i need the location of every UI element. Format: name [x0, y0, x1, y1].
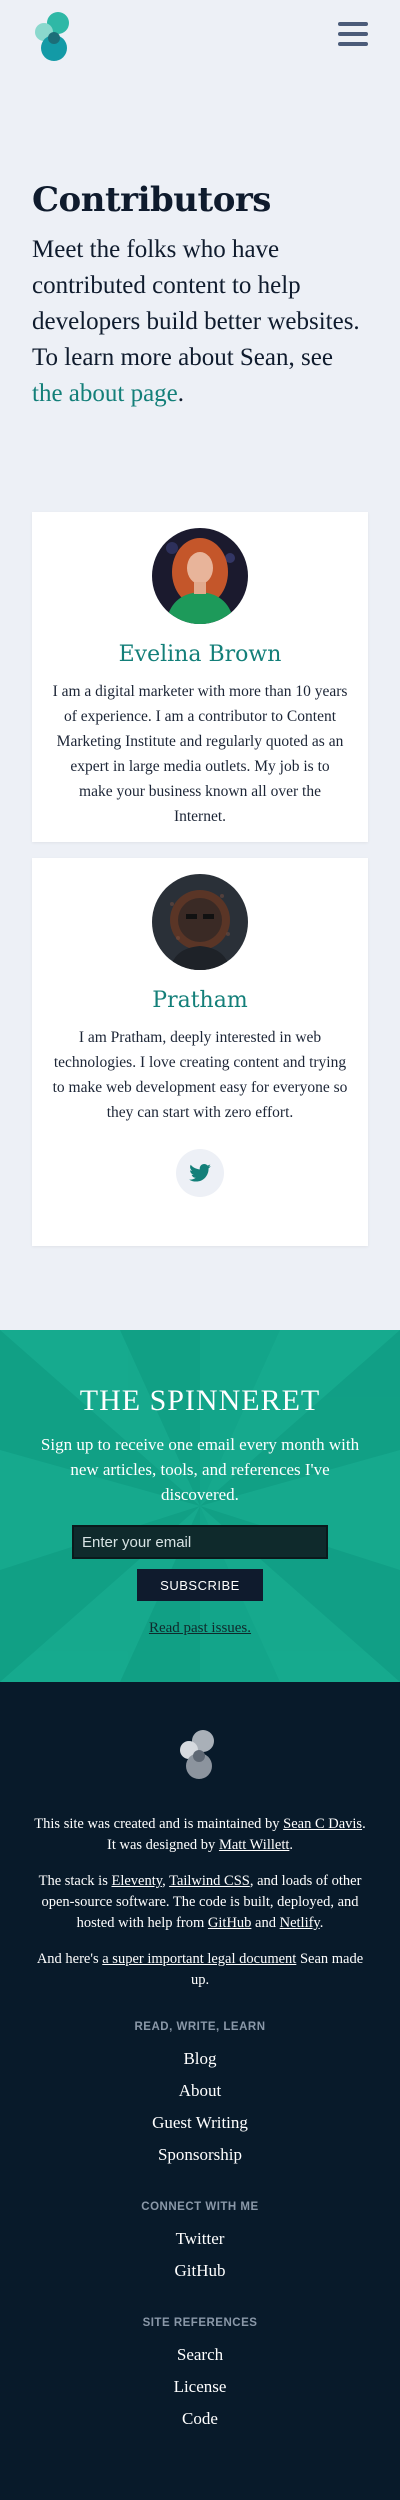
- past-issues-link[interactable]: Read past issues.: [149, 1620, 251, 1636]
- eleventy-link[interactable]: Eleventy: [111, 1873, 162, 1889]
- matt-willett-link[interactable]: Matt Willett: [219, 1837, 289, 1853]
- footer-link-sponsorship[interactable]: Sponsorship: [0, 2139, 400, 2171]
- newsletter-subtitle: Sign up to receive one email every month…: [40, 1435, 360, 1504]
- footer-link-about[interactable]: About: [0, 2075, 400, 2107]
- contributor-name: Pratham: [152, 988, 248, 1013]
- avatar-evelina-brown: [152, 528, 248, 624]
- site-logo-icon[interactable]: [30, 10, 80, 62]
- footer-heading-references: SITE REFERENCES: [142, 2317, 258, 2329]
- footer-link-twitter[interactable]: Twitter: [0, 2223, 400, 2255]
- footer-link-search[interactable]: Search: [0, 2339, 400, 2371]
- legal-document-link[interactable]: a super important legal document: [102, 1951, 296, 1967]
- site-footer: This site was created and is maintained …: [0, 1682, 400, 2500]
- footer-legal: And here's a super important legal docum…: [36, 1951, 364, 1988]
- netlify-link[interactable]: Netlify: [280, 1915, 320, 1931]
- contributor-card: Evelina Brown I am a digital marketer wi…: [32, 512, 368, 842]
- intro-section: Contributors Meet the folks who have con…: [0, 180, 400, 412]
- newsletter-section: THE SPINNERET Sign up to receive one ema…: [0, 1330, 400, 1682]
- newsletter-title: THE SPINNERET: [79, 1384, 321, 1417]
- footer-credits: This site was created and is maintained …: [34, 1816, 366, 1853]
- footer-link-blog[interactable]: Blog: [0, 2043, 400, 2075]
- footer-stack: The stack is Eleventy, Tailwind CSS, and…: [38, 1873, 362, 1931]
- footer-link-code[interactable]: Code: [0, 2403, 400, 2435]
- subscribe-button[interactable]: SUBSCRIBE: [137, 1569, 263, 1601]
- contributor-bio: I am a digital marketer with more than 1…: [52, 683, 348, 825]
- contributor-name: Evelina Brown: [118, 642, 282, 667]
- avatar-pratham: [152, 874, 248, 970]
- twitter-button[interactable]: [176, 1149, 224, 1197]
- contributors-list: Evelina Brown I am a digital marketer wi…: [0, 512, 400, 1246]
- footer-link-guest-writing[interactable]: Guest Writing: [0, 2107, 400, 2139]
- contributor-card: Pratham I am Pratham, deeply interested …: [32, 858, 368, 1246]
- footer-heading-connect: CONNECT WITH ME: [141, 2201, 259, 2213]
- email-input[interactable]: [72, 1525, 328, 1559]
- footer-nav-read: Blog About Guest Writing Sponsorship: [0, 2043, 400, 2171]
- footer-nav-connect: Twitter GitHub: [0, 2223, 400, 2287]
- tailwind-link[interactable]: Tailwind CSS: [169, 1873, 250, 1889]
- footer-nav-references: Search License Code: [0, 2339, 400, 2435]
- hamburger-menu-icon[interactable]: [338, 22, 368, 48]
- footer-link-github[interactable]: GitHub: [0, 2255, 400, 2287]
- contributor-bio: I am Pratham, deeply interested in web t…: [52, 1029, 348, 1121]
- footer-logo-icon[interactable]: [176, 1728, 224, 1780]
- about-page-link[interactable]: the about page: [32, 380, 178, 407]
- github-link[interactable]: GitHub: [208, 1915, 252, 1931]
- site-header: [0, 0, 400, 200]
- intro-text: Meet the folks who have contributed cont…: [32, 236, 360, 407]
- twitter-icon: [189, 1164, 211, 1182]
- footer-heading-read: READ, WRITE, LEARN: [134, 2021, 266, 2033]
- footer-link-license[interactable]: License: [0, 2371, 400, 2403]
- sean-davis-link[interactable]: Sean C Davis: [283, 1816, 362, 1832]
